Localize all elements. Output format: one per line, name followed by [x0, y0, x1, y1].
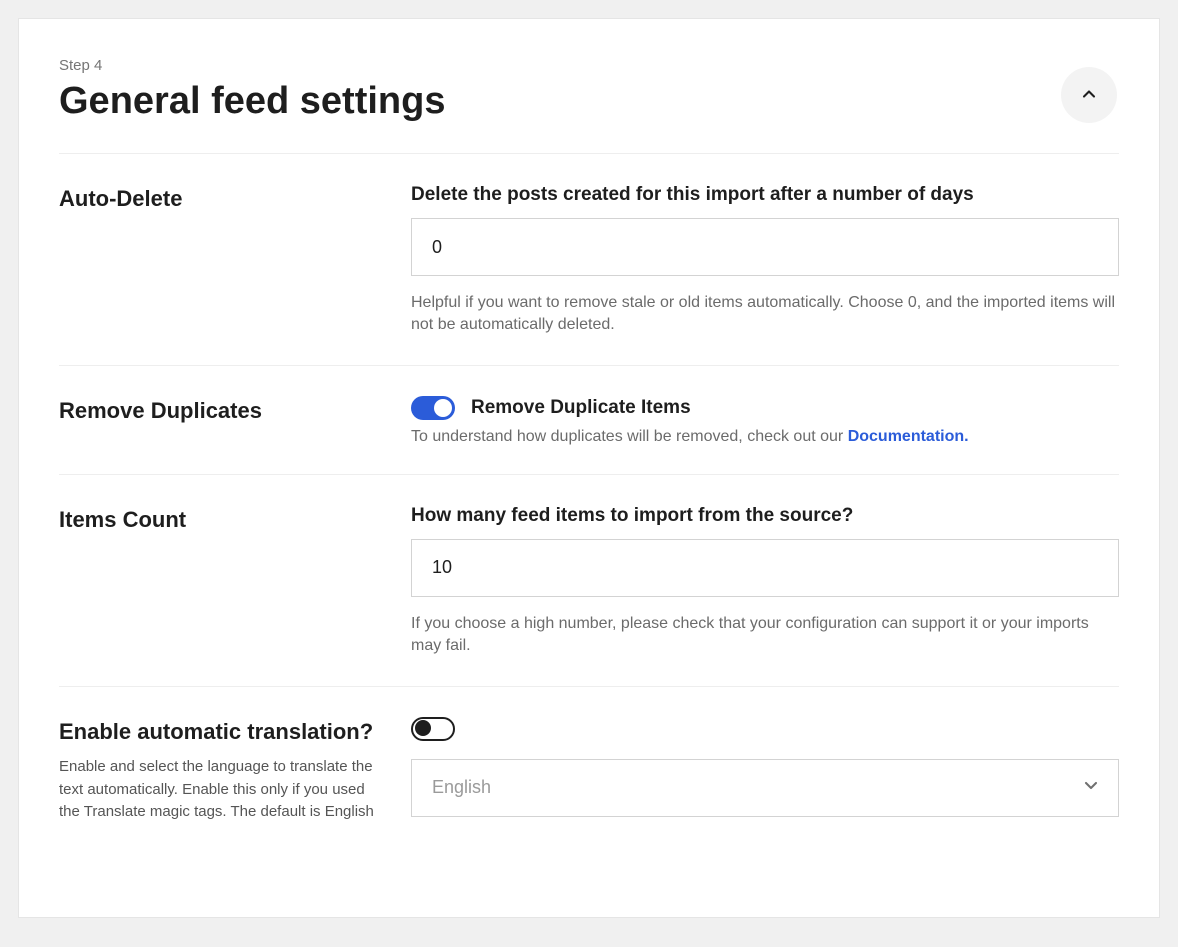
row-right: Delete the posts created for this import…	[411, 184, 1119, 337]
row-right: Remove Duplicate Items To understand how…	[411, 396, 1119, 446]
translation-toggle[interactable]	[411, 717, 455, 741]
collapse-button[interactable]	[1061, 67, 1117, 123]
row-left: Remove Duplicates	[59, 396, 411, 446]
row-remove-duplicates: Remove Duplicates Remove Duplicate Items…	[59, 366, 1119, 475]
remove-duplicates-helper-prefix: To understand how duplicates will be rem…	[411, 428, 848, 445]
remove-duplicates-toggle[interactable]	[411, 396, 455, 420]
translation-label: Enable automatic translation?	[59, 717, 387, 747]
remove-duplicates-helper: To understand how duplicates will be rem…	[411, 428, 1119, 446]
row-left: Items Count	[59, 505, 411, 658]
remove-duplicates-label: Remove Duplicates	[59, 396, 387, 426]
language-select-wrap: English	[411, 759, 1119, 817]
auto-delete-label: Auto-Delete	[59, 184, 387, 214]
translation-sub: Enable and select the language to transl…	[59, 756, 387, 824]
language-select-value: English	[432, 777, 491, 798]
panel-title: General feed settings	[59, 80, 445, 123]
remove-duplicates-toggle-row: Remove Duplicate Items	[411, 396, 1119, 420]
settings-panel: Step 4 General feed settings Auto-Delete…	[18, 18, 1160, 918]
remove-duplicates-toggle-label: Remove Duplicate Items	[471, 397, 691, 419]
row-left: Enable automatic translation? Enable and…	[59, 717, 411, 824]
toggle-knob	[415, 720, 431, 736]
auto-delete-input[interactable]	[411, 218, 1119, 276]
items-count-field-title: How many feed items to import from the s…	[411, 505, 1119, 527]
panel-header: Step 4 General feed settings	[59, 57, 1119, 154]
panel-header-text: Step 4 General feed settings	[59, 57, 445, 123]
row-right: English	[411, 717, 1119, 824]
row-auto-delete: Auto-Delete Delete the posts created for…	[59, 154, 1119, 366]
chevron-up-icon	[1079, 84, 1099, 107]
items-count-input[interactable]	[411, 539, 1119, 597]
translation-toggle-row	[411, 717, 1119, 741]
items-count-helper: If you choose a high number, please chec…	[411, 613, 1119, 658]
row-left: Auto-Delete	[59, 184, 411, 337]
toggle-knob	[434, 399, 452, 417]
documentation-link[interactable]: Documentation.	[848, 428, 969, 445]
row-translation: Enable automatic translation? Enable and…	[59, 687, 1119, 852]
items-count-label: Items Count	[59, 505, 387, 535]
row-items-count: Items Count How many feed items to impor…	[59, 475, 1119, 687]
row-right: How many feed items to import from the s…	[411, 505, 1119, 658]
step-label: Step 4	[59, 57, 445, 74]
auto-delete-helper: Helpful if you want to remove stale or o…	[411, 292, 1119, 337]
language-select[interactable]: English	[411, 759, 1119, 817]
auto-delete-field-title: Delete the posts created for this import…	[411, 184, 1119, 206]
